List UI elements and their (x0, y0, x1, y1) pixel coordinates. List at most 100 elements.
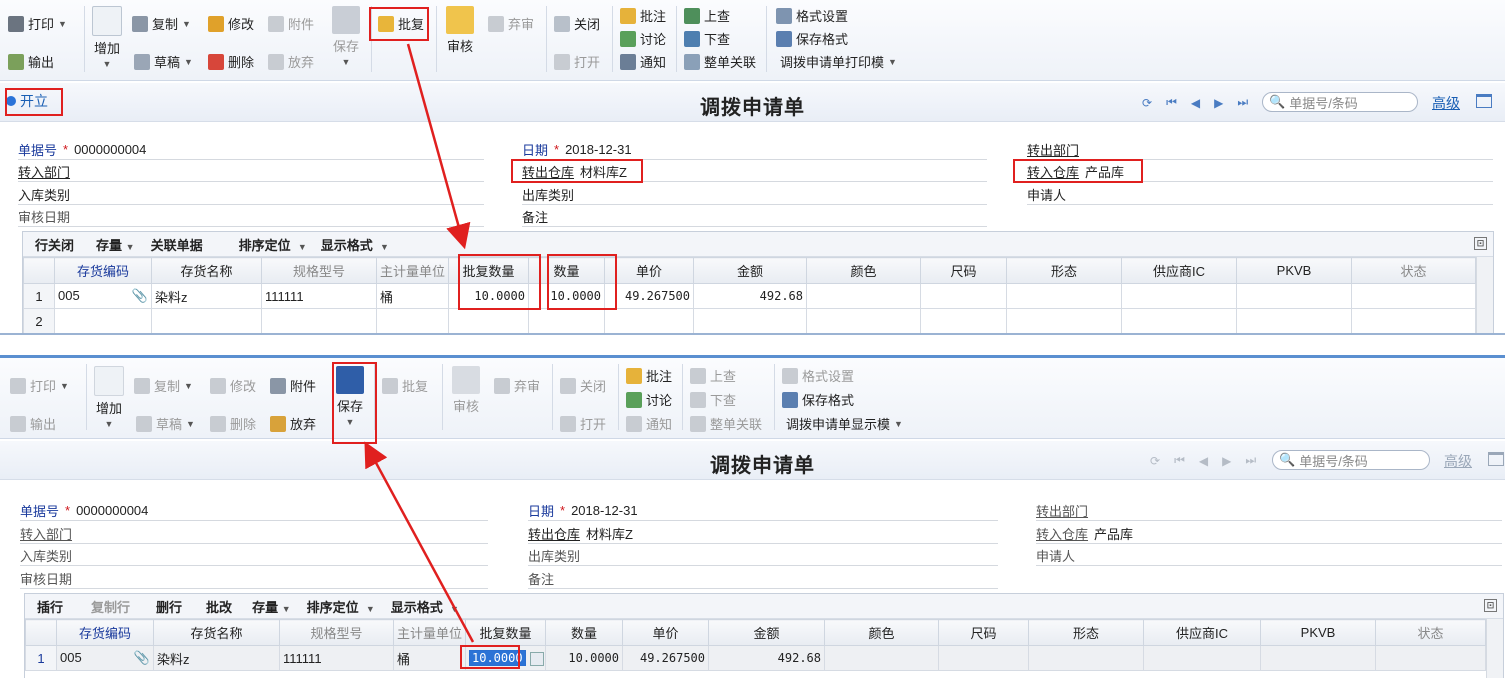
cell-approved-qty[interactable]: 10.0000 (448, 283, 529, 309)
layout-icon[interactable] (1488, 452, 1504, 466)
close-button[interactable]: 关闭 (560, 376, 606, 395)
audit-button[interactable]: 审核 (446, 6, 474, 55)
vertical-scrollbar[interactable] (1486, 619, 1503, 678)
approved-qty-input[interactable]: 10.0000 (469, 650, 526, 666)
column-header[interactable]: 规格型号 (261, 257, 377, 284)
cell-unit[interactable]: 桶 (376, 283, 449, 309)
grid-btn-stock[interactable]: 存量 ▼ (96, 235, 135, 254)
column-header[interactable]: 数量 (545, 619, 623, 646)
advanced-link[interactable]: 高级 (1432, 93, 1460, 113)
annotate-button[interactable]: 批注 (626, 366, 672, 385)
applicant-field[interactable]: 申请人 (1027, 185, 1493, 205)
column-header[interactable]: 数量 (528, 257, 605, 284)
audit-button[interactable]: 审核 (452, 366, 480, 415)
first-record-icon[interactable]: ⏮ (1174, 453, 1185, 468)
table-row[interactable]: 1 005 📎 染料z 111111 桶 10.0000 10.0000 49.2… (23, 283, 1476, 309)
next-query-button[interactable]: 下查 (684, 29, 730, 48)
abandon-audit-button[interactable]: 弃审 (488, 14, 534, 33)
cell-qty[interactable]: 10.0000 (545, 645, 623, 671)
attach-button[interactable]: 附件 (270, 376, 316, 395)
cell-color[interactable] (806, 308, 921, 333)
out-type-field[interactable]: 出库类别 (522, 185, 987, 205)
export-button[interactable]: 输出 (10, 414, 56, 433)
copy-button[interactable]: 复制 ▼ (134, 376, 193, 395)
cell-pkvb[interactable] (1260, 645, 1376, 671)
discard-button[interactable]: 放弃 (270, 414, 316, 433)
open-button[interactable]: 打开 (554, 52, 600, 71)
open-button[interactable]: 打开 (560, 414, 606, 433)
modify-button[interactable]: 修改 (210, 376, 256, 395)
cell-name[interactable]: 染料z (153, 645, 280, 671)
format-settings-button[interactable]: 格式设置 (776, 6, 848, 25)
cell-spec[interactable] (261, 308, 377, 333)
save-format-button[interactable]: 保存格式 (782, 390, 854, 409)
cell-pkvb[interactable] (1236, 283, 1352, 309)
grid-btn-related-doc[interactable]: 关联单据 (151, 235, 203, 254)
grid-btn-batch-edit[interactable]: 批改 (206, 597, 232, 616)
column-header[interactable]: 颜色 (806, 257, 921, 284)
column-header[interactable]: 尺码 (920, 257, 1007, 284)
expand-icon[interactable]: ⊡ (1484, 599, 1497, 612)
prev-query-button[interactable]: 上查 (684, 6, 730, 25)
column-header[interactable]: 状态 (1375, 619, 1486, 646)
full-link-button[interactable]: 整单关联 (684, 52, 756, 71)
column-header[interactable]: 形态 (1006, 257, 1122, 284)
column-header[interactable]: PKVB (1236, 257, 1352, 284)
paperclip-icon[interactable]: 📎 (132, 288, 148, 304)
add-button[interactable]: 增加 ▼ (94, 366, 124, 429)
notify-button[interactable]: 通知 (626, 414, 672, 433)
cell-code[interactable] (54, 308, 152, 333)
out-dept-field[interactable]: 转出部门 (1036, 501, 1502, 521)
cell-code[interactable]: 005 📎 (54, 283, 152, 309)
prev-record-icon[interactable]: ◀ (1191, 96, 1200, 110)
cell-approved-qty[interactable] (448, 308, 529, 333)
cell-unit[interactable]: 桶 (393, 645, 466, 671)
column-header[interactable]: 存货编码 (54, 257, 152, 284)
column-header[interactable]: 主计量单位 (376, 257, 449, 284)
cell-spec[interactable]: 111111 (279, 645, 394, 671)
grid-btn-sort[interactable]: 排序定位 ▼ (307, 597, 375, 616)
search-input[interactable]: 🔍 单据号/条码 (1262, 92, 1418, 112)
in-warehouse-field[interactable]: 转入仓库 产品库 (1036, 524, 1502, 544)
date-field[interactable]: 日期 * 2018-12-31 (522, 140, 987, 160)
add-button[interactable]: 增加 ▼ (92, 6, 122, 69)
draft-button[interactable]: 草稿 ▼ (134, 52, 193, 71)
annotate-button[interactable]: 批注 (620, 6, 666, 25)
discuss-button[interactable]: 讨论 (620, 29, 666, 48)
cell-price[interactable]: 49.267500 (622, 645, 709, 671)
display-template-select[interactable]: 调拨申请单显示模 ▼ (786, 414, 903, 433)
cell-size[interactable] (920, 283, 1007, 309)
layout-icon[interactable] (1476, 94, 1492, 108)
next-query-button[interactable]: 下查 (690, 390, 736, 409)
out-dept-field[interactable]: 转出部门 (1027, 140, 1493, 160)
grid-btn-insert-row[interactable]: 插行 (37, 597, 63, 616)
grid-btn-stock[interactable]: 存量 ▼ (252, 597, 291, 616)
print-button[interactable]: 打印 ▼ (8, 14, 67, 33)
cell-form[interactable] (1006, 283, 1122, 309)
delete-button[interactable]: 删除 (208, 52, 254, 71)
delete-button[interactable]: 删除 (210, 414, 256, 433)
column-header[interactable]: 金额 (693, 257, 807, 284)
column-header[interactable]: 供应商IC (1143, 619, 1261, 646)
column-header[interactable]: 规格型号 (279, 619, 394, 646)
expand-icon[interactable]: ⊡ (1474, 237, 1487, 250)
refresh-icon[interactable]: ⟳ (1142, 96, 1152, 110)
batch-approve-button[interactable]: 批复 (378, 14, 424, 33)
search-input[interactable]: 🔍 单据号/条码 (1272, 450, 1430, 470)
calculator-icon[interactable] (529, 651, 544, 666)
cell-pkvb[interactable] (1236, 308, 1352, 333)
grid-btn-display-format[interactable]: 显示格式 ▼ (321, 235, 389, 254)
in-dept-field[interactable]: 转入部门 (20, 524, 488, 544)
table-row[interactable]: 1 005 📎 染料z 111111 桶 10.0000 10.0000 49.2… (25, 645, 1486, 671)
grid-btn-close-row[interactable]: 行关闭 (35, 235, 74, 254)
first-record-icon[interactable]: ⏮ (1166, 95, 1177, 110)
cell-supplier[interactable] (1121, 283, 1237, 309)
abandon-audit-button[interactable]: 弃审 (494, 376, 540, 395)
cell-form[interactable] (1006, 308, 1122, 333)
next-record-icon[interactable]: ▶ (1222, 454, 1231, 468)
full-link-button[interactable]: 整单关联 (690, 414, 762, 433)
grid-btn-display-format[interactable]: 显示格式 ▼ (391, 597, 459, 616)
save-format-button[interactable]: 保存格式 (776, 29, 848, 48)
attach-button[interactable]: 附件 (268, 14, 314, 33)
cell-color[interactable] (824, 645, 939, 671)
